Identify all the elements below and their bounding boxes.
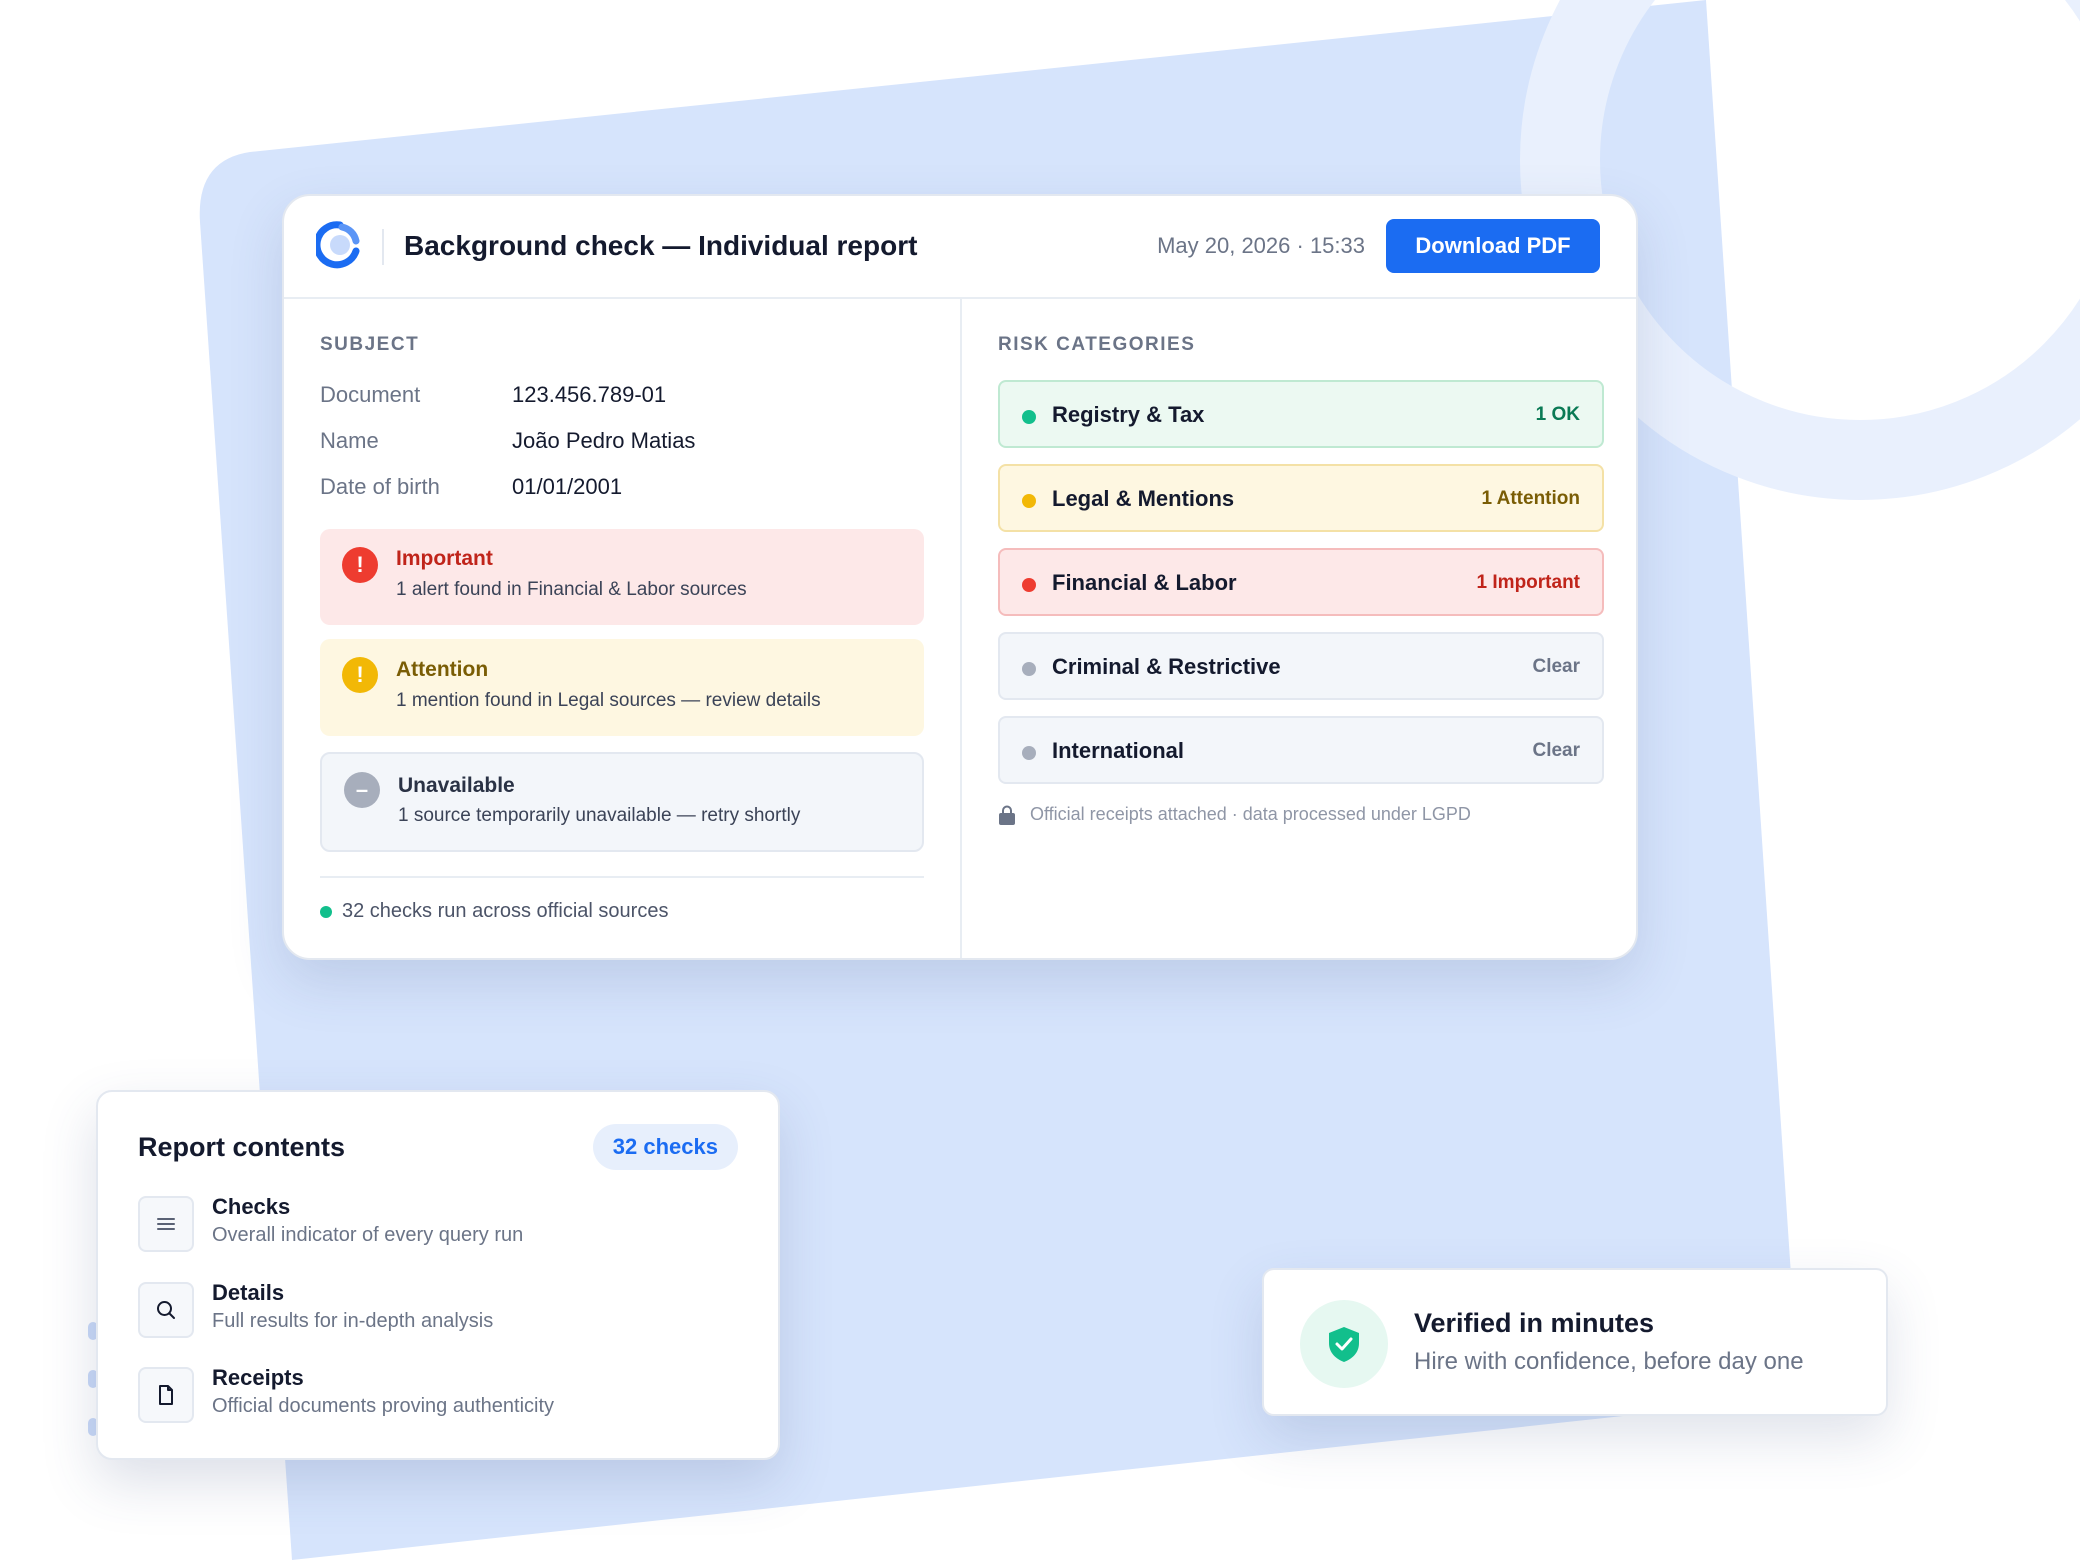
risk-category-name: Criminal & Restrictive bbox=[1052, 654, 1281, 679]
dob-value: 01/01/2001 bbox=[512, 474, 623, 499]
checks-summary-text: 32 checks run across official sources bbox=[342, 900, 669, 922]
risk-categories-label: RISK CATEGORIES bbox=[998, 334, 1196, 355]
report-contents-card: Report contents 32 checks Checks Overall… bbox=[96, 1090, 780, 1460]
search-icon bbox=[138, 1282, 194, 1338]
column-divider bbox=[960, 299, 962, 958]
exclamation-icon: ! bbox=[342, 547, 378, 583]
name-value: João Pedro Matias bbox=[512, 428, 696, 453]
lock-icon bbox=[999, 805, 1015, 825]
contents-item-description: Official documents proving authenticity bbox=[212, 1395, 555, 1417]
contents-item-title: Checks bbox=[212, 1194, 291, 1219]
report-title: Background check — Individual report bbox=[404, 230, 918, 261]
download-pdf-button[interactable]: Download PDF bbox=[1386, 219, 1600, 273]
exclamation-icon: ! bbox=[342, 657, 378, 693]
alert-description: 1 mention found in Legal sources — revie… bbox=[396, 690, 821, 711]
divider bbox=[320, 876, 924, 878]
checks-summary: 32 checks run across official sources bbox=[320, 900, 668, 923]
status-dot-icon bbox=[1022, 410, 1036, 424]
contents-item-receipts[interactable]: Receipts Official documents proving auth… bbox=[138, 1365, 738, 1431]
dob-key: Date of birth bbox=[320, 474, 440, 499]
alert-description: 1 source temporarily unavailable — retry… bbox=[398, 805, 801, 826]
risk-category-status: 1 OK bbox=[1535, 404, 1580, 425]
contents-item-checks[interactable]: Checks Overall indicator of every query … bbox=[138, 1194, 738, 1260]
risk-category-name: Legal & Mentions bbox=[1052, 486, 1235, 511]
status-dot-icon bbox=[1022, 662, 1036, 676]
risk-category-international[interactable]: International Clear bbox=[998, 716, 1604, 784]
report-header: Background check — Individual report May… bbox=[284, 196, 1636, 299]
subject-label: SUBJECT bbox=[320, 334, 420, 355]
contents-item-description: Overall indicator of every query run bbox=[212, 1224, 524, 1246]
document-key: Document bbox=[320, 382, 421, 407]
list-icon bbox=[138, 1196, 194, 1252]
report-timestamp: May 20, 2026 · 15:33 bbox=[1157, 233, 1365, 258]
minus-icon: – bbox=[344, 772, 380, 808]
shield-check-icon bbox=[1300, 1300, 1388, 1388]
verified-description: Hire with confidence, before day one bbox=[1414, 1348, 1804, 1375]
brand-logo-icon bbox=[316, 221, 360, 269]
alert-title: Important bbox=[396, 547, 493, 570]
risk-category-name: Financial & Labor bbox=[1052, 570, 1237, 595]
header-divider bbox=[382, 229, 384, 265]
receipt-note-text: Official receipts attached · data proces… bbox=[1030, 804, 1471, 824]
risk-category-status: 1 Important bbox=[1476, 572, 1580, 593]
risk-category-name: International bbox=[1052, 738, 1185, 763]
verified-title: Verified in minutes bbox=[1414, 1308, 1655, 1338]
risk-category-status: 1 Attention bbox=[1481, 488, 1580, 509]
alert-attention[interactable]: ! Attention 1 mention found in Legal sou… bbox=[320, 639, 924, 736]
checks-count-badge: 32 checks bbox=[592, 1124, 738, 1170]
verified-card: Verified in minutes Hire with confidence… bbox=[1262, 1268, 1888, 1416]
stage: Background check — Individual report May… bbox=[0, 0, 2080, 1560]
alert-unavailable[interactable]: – Unavailable 1 source temporarily unava… bbox=[320, 752, 924, 852]
contents-item-description: Full results for in-depth analysis bbox=[212, 1310, 494, 1332]
risk-category-registry-tax[interactable]: Registry & Tax 1 OK bbox=[998, 380, 1604, 448]
alert-title: Attention bbox=[396, 658, 489, 681]
contents-item-details[interactable]: Details Full results for in-depth analys… bbox=[138, 1280, 738, 1346]
alert-title: Unavailable bbox=[398, 774, 515, 797]
risk-category-criminal-restrictive[interactable]: Criminal & Restrictive Clear bbox=[998, 632, 1604, 700]
document-icon bbox=[138, 1367, 194, 1423]
risk-category-status: Clear bbox=[1532, 740, 1580, 761]
report-card: Background check — Individual report May… bbox=[282, 194, 1638, 960]
alert-description: 1 alert found in Financial & Labor sourc… bbox=[396, 579, 747, 600]
report-contents-title: Report contents bbox=[138, 1132, 346, 1162]
status-dot-icon bbox=[1022, 494, 1036, 508]
alert-important[interactable]: ! Important 1 alert found in Financial &… bbox=[320, 529, 924, 625]
status-dot-icon bbox=[320, 905, 332, 918]
risk-category-name: Registry & Tax bbox=[1052, 402, 1205, 427]
contents-item-title: Receipts bbox=[212, 1365, 304, 1390]
risk-category-status: Clear bbox=[1532, 656, 1580, 677]
receipt-note: Official receipts attached · data proces… bbox=[998, 804, 1471, 825]
contents-item-title: Details bbox=[212, 1280, 285, 1305]
name-key: Name bbox=[320, 428, 379, 453]
risk-category-financial-labor[interactable]: Financial & Labor 1 Important bbox=[998, 548, 1604, 616]
document-value: 123.456.789-01 bbox=[512, 382, 667, 407]
risk-category-legal-mentions[interactable]: Legal & Mentions 1 Attention bbox=[998, 464, 1604, 532]
status-dot-icon bbox=[1022, 578, 1036, 592]
status-dot-icon bbox=[1022, 746, 1036, 760]
